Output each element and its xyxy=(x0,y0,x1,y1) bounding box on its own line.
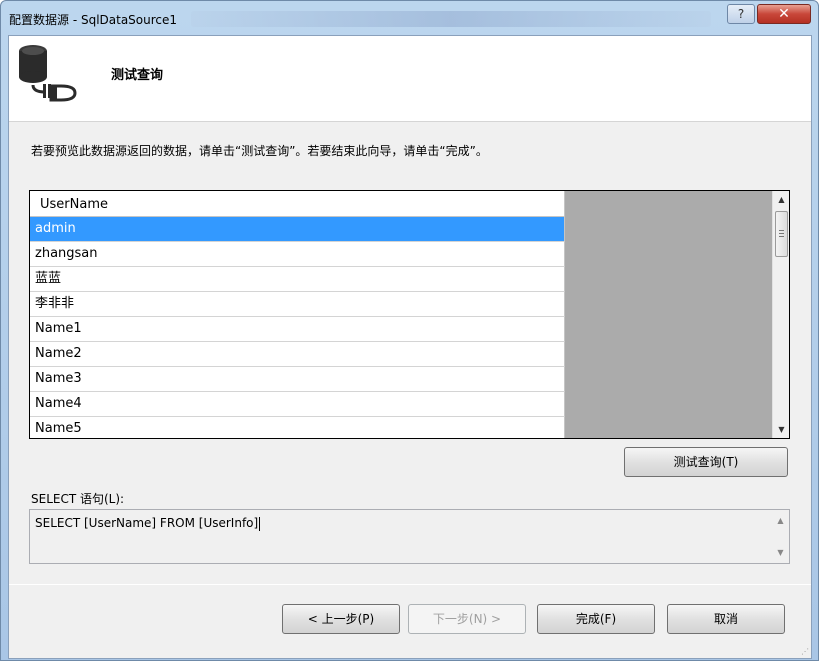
dialog-window: 配置数据源 - SqlDataSource1 ? ✕ 测试查询 若要预览此数据源… xyxy=(0,0,819,661)
grip-icon xyxy=(779,230,784,237)
column-header-username[interactable]: UserName xyxy=(30,191,565,217)
text-caret xyxy=(259,516,261,531)
cancel-button[interactable]: 取消 xyxy=(667,604,785,634)
table-row[interactable]: zhangsan xyxy=(30,242,565,267)
sql-vertical-scrollbar[interactable]: ▲ ▼ xyxy=(772,510,789,563)
table-row[interactable]: 蓝蓝 xyxy=(30,267,565,292)
title-bar[interactable]: 配置数据源 - SqlDataSource1 ? ✕ xyxy=(1,1,818,35)
sql-label: SELECT 语句(L): xyxy=(31,492,125,506)
scroll-up-arrow-icon[interactable]: ▲ xyxy=(773,191,789,208)
scroll-down-arrow-icon[interactable]: ▼ xyxy=(772,544,789,561)
scroll-up-arrow-icon[interactable]: ▲ xyxy=(772,512,789,529)
title-bar-background xyxy=(191,11,711,27)
footer-separator xyxy=(9,584,811,585)
test-query-button[interactable]: 测试查询(T) xyxy=(624,447,788,477)
close-button[interactable]: ✕ xyxy=(757,4,811,24)
table-row[interactable]: Name4 xyxy=(30,392,565,417)
window-title: 配置数据源 - SqlDataSource1 xyxy=(9,13,178,27)
help-button[interactable]: ? xyxy=(727,4,755,24)
database-connection-icon xyxy=(19,45,77,102)
sql-statement-textbox[interactable]: SELECT [UserName] FROM [UserInfo] ▲ ▼ xyxy=(29,509,790,564)
grid-columns: UserName admin zhangsan 蓝蓝 李非非 Name1 Nam… xyxy=(30,191,565,438)
table-row[interactable]: Name2 xyxy=(30,342,565,367)
instruction-text: 若要预览此数据源返回的数据，请单击“测试查询”。若要结束此向导，请单击“完成”。 xyxy=(31,144,488,158)
grid-vertical-scrollbar[interactable]: ▲ ▼ xyxy=(772,191,789,438)
table-row[interactable]: 李非非 xyxy=(30,292,565,317)
table-row[interactable]: Name3 xyxy=(30,367,565,392)
table-row[interactable]: admin xyxy=(30,217,565,242)
scrollbar-thumb[interactable] xyxy=(775,211,788,257)
results-grid[interactable]: UserName admin zhangsan 蓝蓝 李非非 Name1 Nam… xyxy=(29,190,790,439)
sql-statement-text[interactable]: SELECT [UserName] FROM [UserInfo] xyxy=(35,516,261,531)
page-title: 测试查询 xyxy=(111,68,164,83)
sql-statement-value: SELECT [UserName] FROM [UserInfo] xyxy=(35,516,259,530)
scroll-down-arrow-icon[interactable]: ▼ xyxy=(773,421,789,438)
dialog-body: 测试查询 若要预览此数据源返回的数据，请单击“测试查询”。若要结束此向导，请单击… xyxy=(8,35,812,659)
table-row[interactable]: Name1 xyxy=(30,317,565,342)
table-row[interactable]: Name5 xyxy=(30,417,565,438)
finish-button[interactable]: 完成(F) xyxy=(537,604,655,634)
resize-grip-icon[interactable]: ⋰ xyxy=(801,647,809,656)
next-button[interactable]: 下一步(N) > xyxy=(408,604,526,634)
previous-button[interactable]: < 上一步(P) xyxy=(282,604,400,634)
wizard-header: 测试查询 xyxy=(9,36,811,122)
